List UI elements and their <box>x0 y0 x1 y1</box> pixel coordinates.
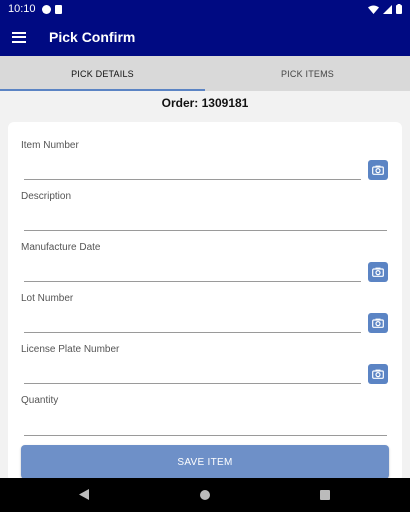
license-plate-number-input[interactable] <box>24 383 361 384</box>
back-icon[interactable] <box>79 489 89 500</box>
lot-number-label: Lot Number <box>21 293 74 304</box>
camera-icon <box>372 369 384 379</box>
manufacture-date-scan-button[interactable] <box>368 262 388 282</box>
tab-bar: PICK DETAILS PICK ITEMS <box>0 56 410 91</box>
description-input[interactable] <box>24 230 387 231</box>
status-time: 10:10 <box>8 3 36 15</box>
status-bar: 10:10 <box>0 0 410 18</box>
battery-icon <box>396 4 402 14</box>
tab-pick-items[interactable]: PICK ITEMS <box>205 56 410 91</box>
description-field: Description <box>21 191 71 202</box>
order-number: Order: 1309181 <box>161 96 249 110</box>
item-number-field: Item Number <box>21 140 79 151</box>
tab-pick-details[interactable]: PICK DETAILS <box>0 56 205 91</box>
recent-apps-icon[interactable] <box>320 490 330 500</box>
lot-number-field: Lot Number <box>21 293 73 304</box>
hamburger-menu-icon[interactable] <box>12 31 26 43</box>
notification-icon <box>41 4 51 14</box>
quantity-input[interactable] <box>24 435 387 436</box>
camera-icon <box>372 165 384 175</box>
system-nav-bar <box>0 478 410 512</box>
quantity-field: Quantity <box>21 395 58 406</box>
description-label: Description <box>21 191 72 202</box>
app-bar: Pick Confirm <box>0 18 410 56</box>
quantity-label: Quantity <box>21 395 59 406</box>
item-number-scan-button[interactable] <box>368 160 388 180</box>
save-item-button[interactable]: SAVE ITEM <box>21 445 389 479</box>
lot-number-input[interactable] <box>24 332 361 333</box>
item-number-label: Item Number <box>21 140 79 151</box>
manufacture-date-label: Manufacture Date <box>21 242 101 253</box>
home-icon[interactable] <box>200 490 210 500</box>
license-plate-number-field: License Plate Number <box>21 344 119 355</box>
manufacture-date-input[interactable] <box>24 281 361 282</box>
page-title: Pick Confirm <box>49 29 136 45</box>
pick-form-card: Item Number Description Manufacture Date… <box>8 122 402 482</box>
wifi-icon <box>368 5 379 14</box>
sd-card-icon <box>54 4 62 14</box>
signal-icon <box>383 4 392 14</box>
manufacture-date-field: Manufacture Date <box>21 242 101 253</box>
item-number-input[interactable] <box>24 179 361 180</box>
lot-number-scan-button[interactable] <box>368 313 388 333</box>
license-plate-number-label: License Plate Number <box>21 344 120 355</box>
camera-icon <box>372 267 384 277</box>
license-plate-number-scan-button[interactable] <box>368 364 388 384</box>
camera-icon <box>372 318 384 328</box>
